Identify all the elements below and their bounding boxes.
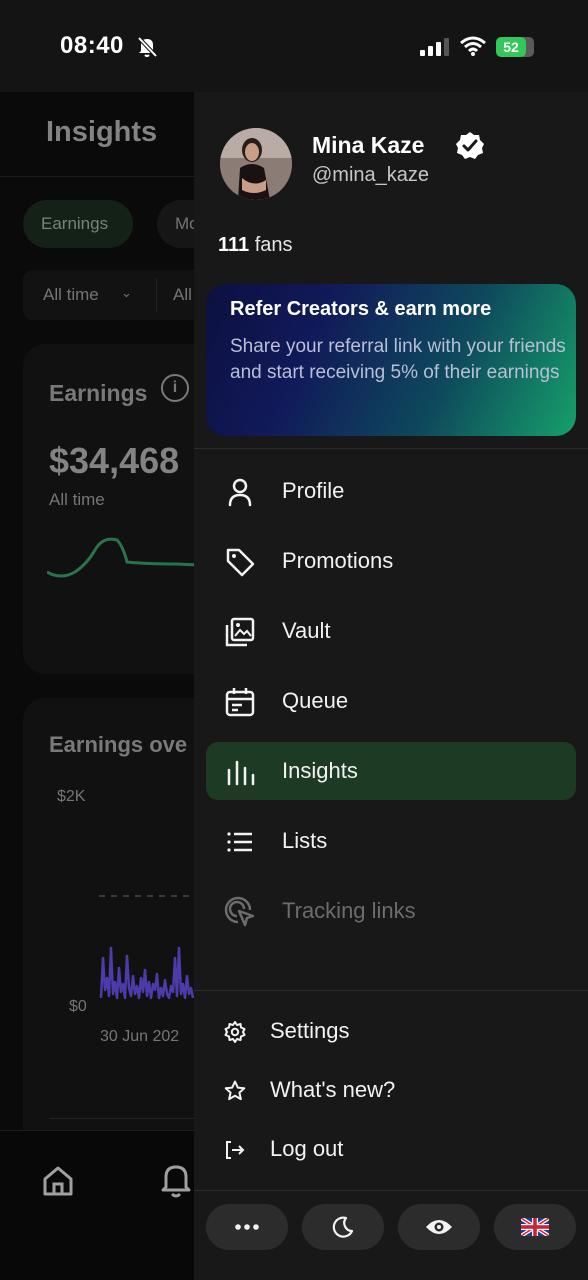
language-button[interactable] [494,1204,576,1250]
list-icon [227,832,252,852]
visibility-button[interactable] [398,1204,480,1250]
fans-number: 111 [218,234,250,256]
menu-label-queue: Queue [282,688,349,713]
logout-icon [226,1141,245,1159]
menu-item-tracking-links[interactable]: Tracking links [206,882,576,940]
person-icon [228,478,252,507]
referral-description: Share your referral link with your frien… [230,336,566,383]
profile-name: Mina Kaze [312,132,425,158]
eye-icon [426,1220,452,1234]
menu-item-lists[interactable]: Lists [206,812,576,870]
fans-label: fans [254,234,293,256]
referral-title: Refer Creators & earn more [230,298,492,320]
whats-new-item[interactable]: What's new? [218,1071,558,1111]
side-drawer: Mina Kaze @mina_kaze 111 fans Refer Crea… [194,92,588,1280]
bar-chart-icon [227,760,255,786]
logout-label: Log out [270,1136,344,1161]
background-scrim[interactable] [0,92,194,1280]
cursor-target-icon [224,896,255,927]
gear-icon [224,1021,246,1043]
menu-item-profile[interactable]: Profile [206,462,576,520]
tag-icon [226,548,255,577]
menu-label-promotions: Promotions [282,548,394,573]
moon-icon [332,1216,354,1238]
uk-flag-icon [521,1218,549,1236]
fans-count: 111 fans [218,234,293,257]
dark-mode-button[interactable] [302,1204,384,1250]
menu-item-promotions[interactable]: Promotions [206,532,576,590]
drawer-divider [194,448,588,449]
more-icon [235,1224,259,1230]
profile-handle: @mina_kaze [312,164,430,186]
star-icon [224,1080,246,1101]
more-button[interactable] [206,1204,288,1250]
menu-item-vault[interactable]: Vault [206,602,576,660]
settings-label: Settings [270,1018,350,1043]
avatar-image [220,128,292,200]
silent-bell-icon [137,36,158,58]
menu-label-lists: Lists [282,828,328,853]
status-time: 08:40 [60,32,124,59]
menu-label-profile: Profile [282,478,345,503]
referral-banner[interactable]: Refer Creators & earn more Share your re… [206,284,576,436]
menu-label-insights: Insights [282,758,358,783]
gallery-icon [225,617,255,647]
menu-label-vault: Vault [282,618,331,643]
scroll-fade [194,952,588,990]
menu-item-queue[interactable]: Queue [206,672,576,730]
wifi-icon [460,36,486,56]
menu-item-insights[interactable]: Insights [206,742,576,800]
menu-label-tracking-links: Tracking links [282,898,416,923]
battery-icon: 52 [496,37,536,57]
drawer-divider [194,990,588,991]
battery-level: 52 [496,37,526,57]
settings-item[interactable]: Settings [218,1012,558,1052]
status-bar: 08:40 52 [0,0,588,92]
drawer-divider [194,1190,588,1191]
avatar[interactable] [220,128,292,200]
verified-badge-icon [456,132,484,159]
cellular-signal-icon [420,38,449,56]
whats-new-label: What's new? [270,1077,396,1102]
calendar-icon [225,688,255,717]
logout-item[interactable]: Log out [218,1130,558,1170]
